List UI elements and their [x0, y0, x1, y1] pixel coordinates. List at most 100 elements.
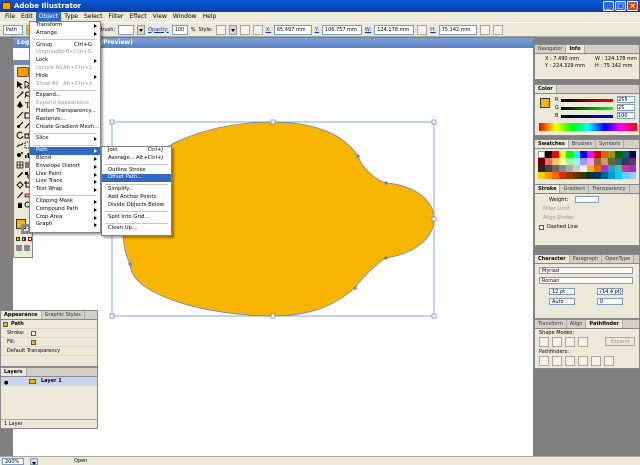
style-dropdown[interactable] — [228, 24, 237, 35]
none-mode-icon[interactable] — [28, 237, 32, 241]
color-b-field[interactable]: 100 — [617, 112, 635, 119]
trim-icon[interactable] — [552, 356, 562, 366]
object_menu-item-group[interactable]: Group Ctrl+G — [30, 42, 100, 50]
object_menu-item-flatten-transparency[interactable]: Flatten Transparency... — [30, 108, 100, 116]
warp-tool-icon[interactable] — [16, 141, 24, 149]
font-size-field[interactable]: 12 pt — [549, 288, 575, 295]
pen-tool-icon[interactable] — [16, 101, 24, 109]
style-swatch[interactable] — [215, 24, 226, 35]
appearance-fill-row[interactable]: Fill: — [1, 338, 97, 347]
object_menu-item-text-wrap[interactable]: Text Wrap — [30, 186, 100, 194]
x-label[interactable]: X: — [266, 27, 271, 33]
color-g-slider[interactable] — [561, 107, 613, 110]
object_menu-item-compound-path[interactable]: Compound Path — [30, 206, 100, 214]
path_menu-item-simplify[interactable]: Simplify... — [102, 186, 171, 194]
crop-icon[interactable] — [578, 356, 588, 366]
h-label[interactable]: H: — [430, 27, 435, 33]
object_menu-item-show-all[interactable]: Show All Alt+Ctrl+3 — [30, 81, 100, 89]
color-spectrum[interactable] — [539, 123, 637, 131]
object_menu-item-hide[interactable]: Hide — [30, 73, 100, 81]
object_menu-item-slice[interactable]: Slice — [30, 135, 100, 143]
intersect-shape-areas-icon[interactable] — [565, 337, 575, 347]
object_menu-item-clipping-mask[interactable]: Clipping Mask — [30, 198, 100, 206]
h-field[interactable]: 75.142 mm — [438, 24, 477, 35]
options-icon[interactable] — [492, 24, 503, 35]
full-screen-mode-icon[interactable] — [24, 245, 30, 251]
tab-transparency[interactable]: Transparency — [589, 185, 630, 193]
path_menu-item-average[interactable]: Average... Alt+Ctrl+J — [102, 155, 171, 163]
appearance-item-row[interactable]: Path — [1, 320, 97, 329]
tab-info[interactable]: Info — [566, 45, 585, 53]
tab-swatches[interactable]: Swatches — [535, 140, 569, 148]
object_menu-item-expand[interactable]: Expand... — [30, 92, 100, 100]
transform-icon[interactable] — [479, 24, 490, 35]
menu-view[interactable]: View — [150, 12, 170, 22]
path_menu-item-split-into-grid[interactable]: Split Into Grid... — [102, 214, 171, 222]
leading-field[interactable]: (14.4 pt) — [597, 288, 623, 295]
brush-dropdown[interactable] — [137, 24, 146, 35]
gradient-mode-icon[interactable] — [22, 237, 26, 241]
tracking-field[interactable]: 0 — [597, 298, 623, 305]
layer-row[interactable]: ● Layer 1 — [1, 377, 97, 386]
path_menu-item-clean-up[interactable]: Clean Up... — [102, 225, 171, 233]
object_menu-item-expand-appearance[interactable]: Expand Appearance — [30, 100, 100, 108]
path_menu-item-join[interactable]: Join Ctrl+J — [102, 147, 171, 155]
tab-symbols[interactable]: Symbols — [596, 140, 625, 148]
menu-help[interactable]: Help — [200, 12, 220, 22]
color-b-slider[interactable] — [561, 115, 613, 118]
tab-pathfinder[interactable]: Pathfinder — [586, 320, 623, 328]
zoom-field[interactable]: 200% — [2, 457, 24, 465]
object_menu-item-unlock-all[interactable]: Unlock All Alt+Ctrl+2 — [30, 65, 100, 73]
tab-layers[interactable]: Layers — [1, 368, 27, 376]
normal-screen-mode-icon[interactable] — [16, 245, 22, 251]
merge-icon[interactable] — [565, 356, 575, 366]
w-label[interactable]: W: — [365, 27, 371, 33]
rotate-tool-icon[interactable] — [16, 131, 24, 139]
minus-back-icon[interactable] — [604, 356, 614, 366]
tab-navigator[interactable]: Navigator — [535, 45, 567, 53]
color-mode-icon[interactable] — [16, 237, 20, 241]
maximize-button[interactable]: □ — [615, 1, 626, 11]
object_menu-item-envelope-distort[interactable]: Envelope Distort — [30, 163, 100, 171]
color-g-field[interactable]: 25 — [617, 104, 635, 111]
object_menu-item-live-paint[interactable]: Live Paint — [30, 171, 100, 179]
opacity-field[interactable]: 100 — [171, 24, 188, 35]
color-fill-swatch[interactable] — [540, 98, 550, 108]
menu-effect[interactable]: Effect — [126, 12, 149, 22]
tab-graphic-styles[interactable]: Graphic Styles — [42, 311, 85, 319]
object_menu-item-rasterize[interactable]: Rasterize... — [30, 116, 100, 124]
tab-appearance[interactable]: Appearance — [1, 311, 42, 319]
object_menu-item-arrange[interactable]: Arrange — [30, 30, 100, 38]
magic-wand-tool-icon[interactable] — [16, 91, 24, 99]
subtract-shape-area-icon[interactable] — [552, 337, 562, 347]
y-label[interactable]: Y: — [315, 27, 319, 33]
font-style-field[interactable]: Roman — [539, 277, 633, 284]
tab-opentype[interactable]: OpenType — [602, 255, 635, 263]
selection-tool-icon[interactable] — [16, 81, 24, 89]
kerning-field[interactable]: Auto — [549, 298, 575, 305]
path_menu-item-divide-objects-below[interactable]: Divide Objects Below — [102, 202, 171, 210]
eyedropper-tool-icon[interactable] — [16, 171, 24, 179]
minimize-button[interactable]: _ — [603, 1, 614, 11]
color-r-slider[interactable] — [561, 99, 613, 102]
appearance-stroke-row[interactable]: Stroke: — [1, 329, 97, 338]
expand-button[interactable]: Expand — [605, 337, 635, 346]
object_menu-item-crop-area[interactable]: Crop Area — [30, 214, 100, 222]
divide-icon[interactable] — [539, 356, 549, 366]
path_menu-item-outline-stroke[interactable]: Outline Stroke — [102, 167, 171, 175]
font-family-field[interactable]: Myriad — [539, 267, 633, 274]
object_menu-item-graph[interactable]: Graph — [30, 221, 100, 229]
tab-stroke[interactable]: Stroke — [535, 185, 561, 193]
object_menu-item-live-trace[interactable]: Live Trace — [30, 178, 100, 186]
path_menu-item-offset-path[interactable]: Offset Path... — [102, 174, 171, 183]
dashed-line-checkbox[interactable] — [539, 225, 544, 230]
path_menu-item-add-anchor-points[interactable]: Add Anchor Points — [102, 194, 171, 202]
brush-field[interactable] — [118, 24, 135, 35]
object_menu-item-transform[interactable]: Transform — [30, 22, 100, 30]
hand-tool-icon[interactable] — [16, 201, 24, 209]
tab-brushes[interactable]: Brushes — [569, 140, 596, 148]
menu-file[interactable]: File — [2, 12, 18, 22]
tab-transform[interactable]: Transform — [535, 320, 567, 328]
menu-filter[interactable]: Filter — [106, 12, 127, 22]
eye-icon[interactable]: ● — [4, 379, 8, 388]
